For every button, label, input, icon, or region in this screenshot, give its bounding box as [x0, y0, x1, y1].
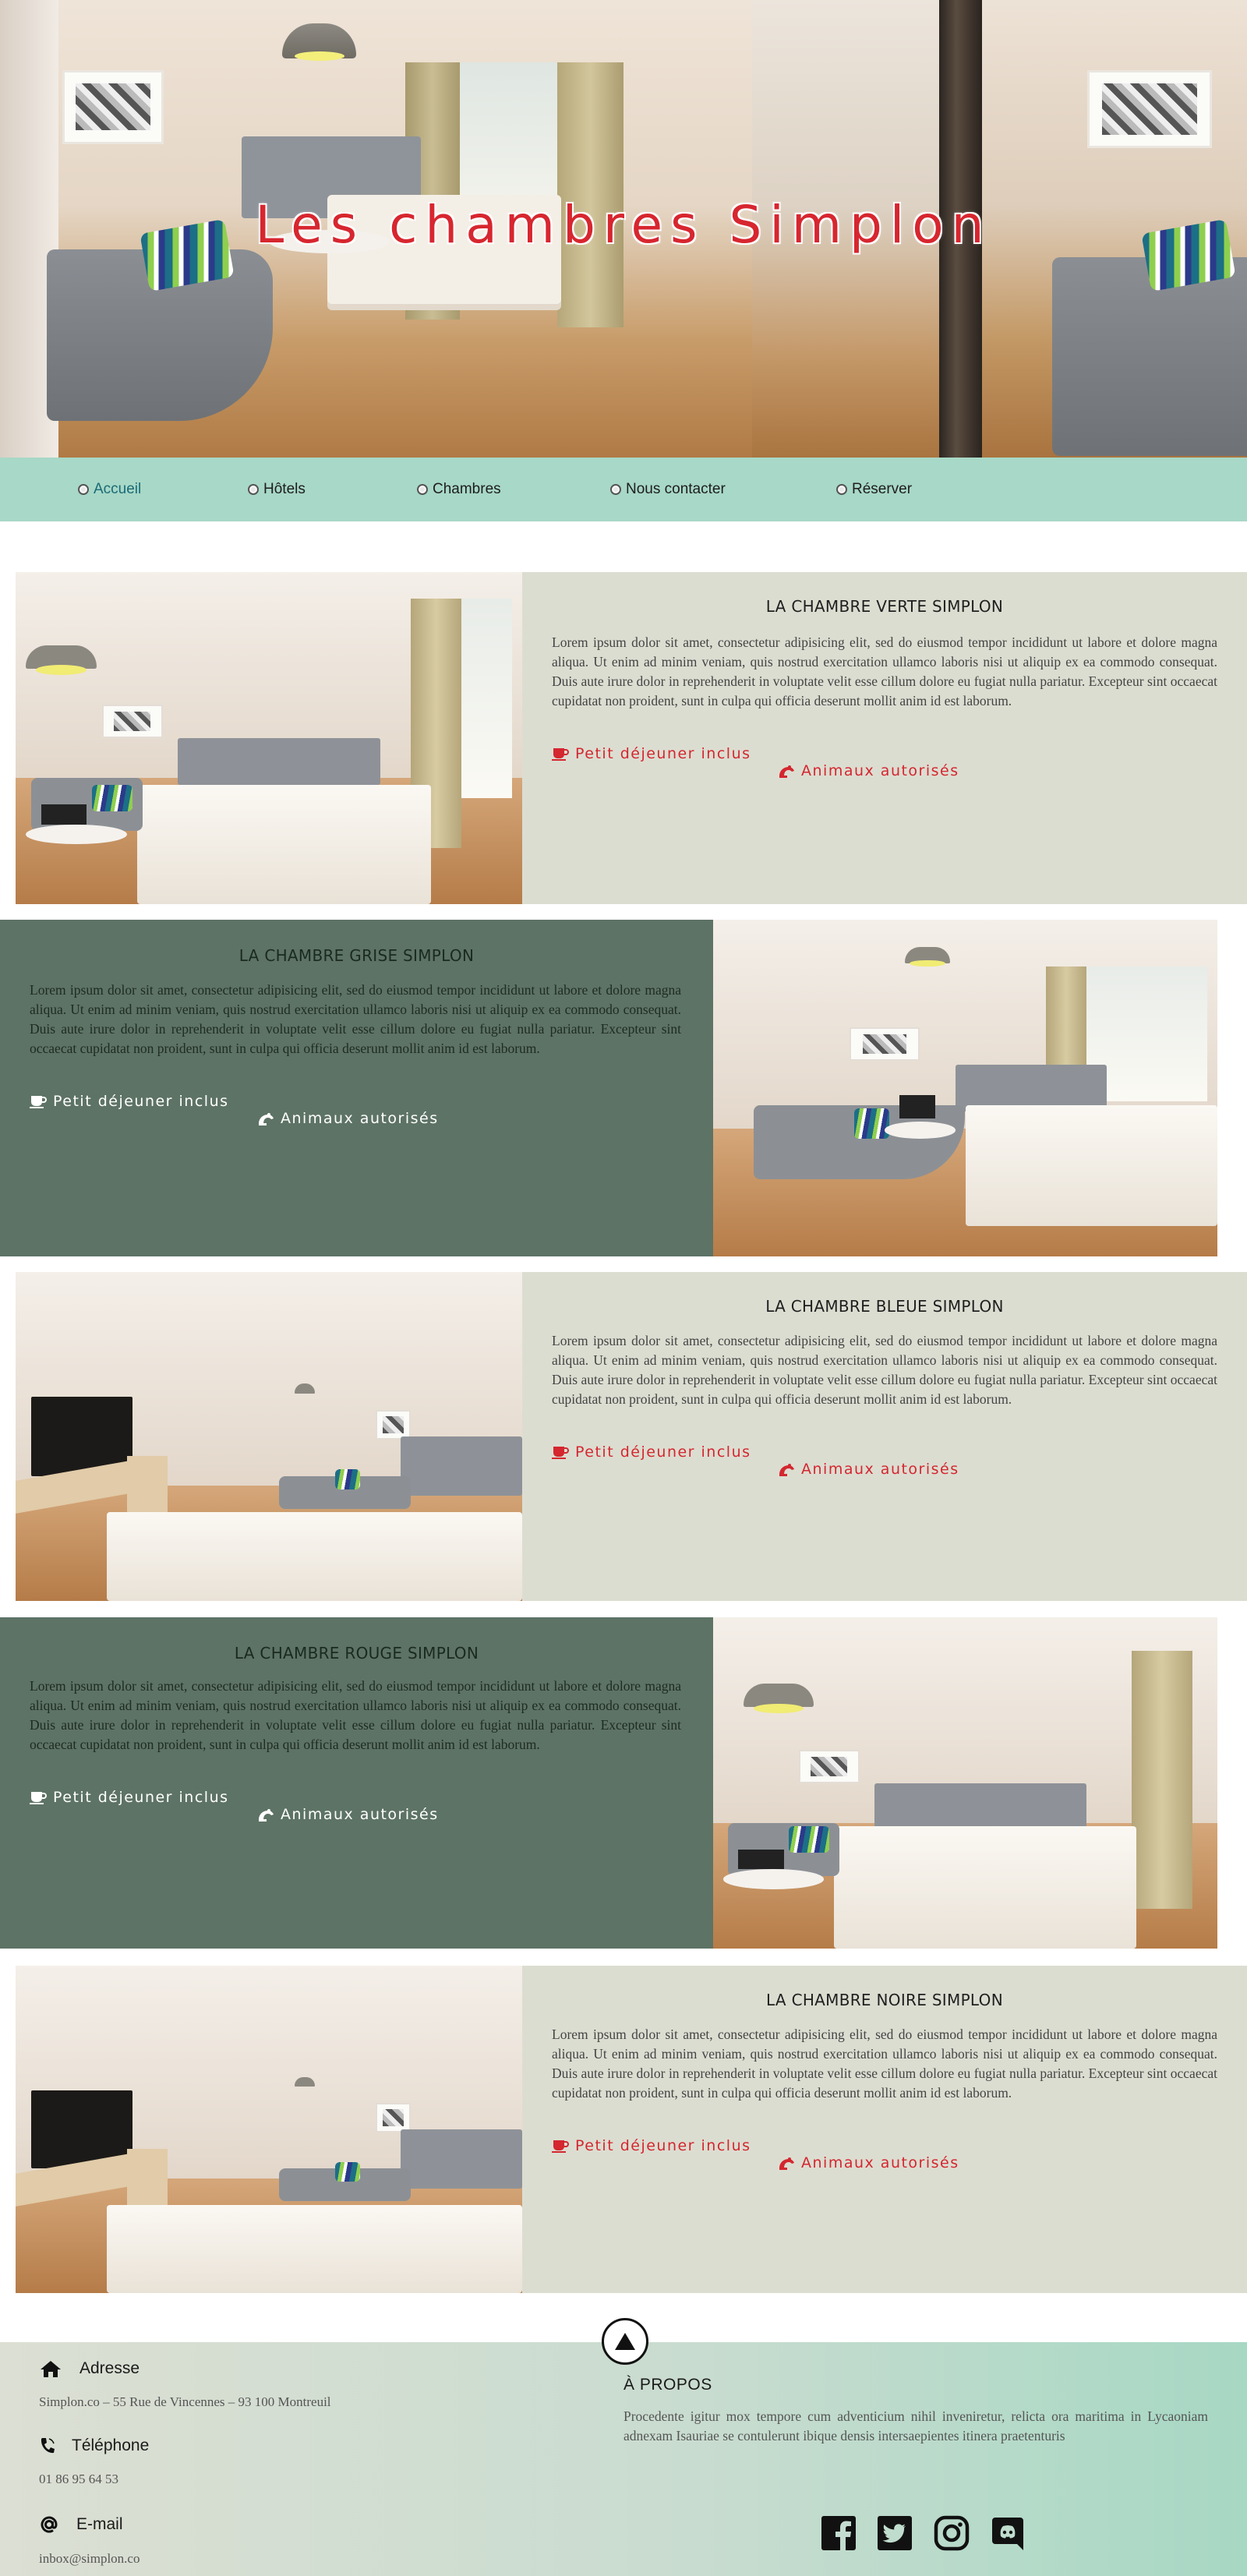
feature-breakfast-label: Petit déjeuner inclus [575, 745, 751, 762]
room-photo [713, 920, 1217, 1256]
room-title: LA CHAMBRE GRISE SIMPLON [238, 946, 475, 965]
room-card-noire: LA CHAMBRE NOIRE SIMPLON Lorem ipsum dol… [0, 1966, 1247, 2293]
coffee-cup-icon [552, 748, 569, 761]
pet-icon [779, 765, 794, 778]
nav-item-label: Nous contacter [626, 481, 726, 497]
facebook-icon [821, 2516, 856, 2550]
room-card-bleue: LA CHAMBRE BLEUE SIMPLON Lorem ipsum dol… [0, 1272, 1247, 1601]
nav-item-hotels[interactable]: Hôtels [248, 479, 306, 500]
coffee-cup-icon [552, 2140, 569, 2153]
room-description: Lorem ipsum dolor sit amet, consectetur … [552, 1333, 1217, 1407]
nav-item-label: Chambres [433, 481, 501, 497]
feature-pets: Animaux autorisés [778, 762, 959, 779]
pet-icon [779, 1464, 794, 1476]
nav-item-accueil[interactable]: Accueil [78, 479, 141, 500]
feature-pets: Animaux autorisés [257, 1806, 439, 1823]
arrow-up-icon [615, 2333, 635, 2350]
back-to-top-button[interactable] [602, 2318, 648, 2365]
feature-pets-label: Animaux autorisés [801, 1461, 959, 1478]
feature-pets-label: Animaux autorisés [281, 1806, 439, 1823]
nav-item-contact[interactable]: Nous contacter [610, 479, 726, 500]
address-label: Adresse [79, 2359, 140, 2377]
nav-item-label: Hôtels [263, 481, 306, 497]
room-description: Lorem ipsum dolor sit amet, consectetur … [552, 634, 1217, 708]
feature-breakfast-label: Petit déjeuner inclus [53, 1789, 229, 1806]
facebook-link[interactable] [820, 2514, 857, 2552]
room-title: LA CHAMBRE BLEUE SIMPLON [765, 1297, 1004, 1316]
about-text: Procedente igitur mox tempore cum advent… [624, 2408, 1208, 2443]
phone-icon [41, 2438, 55, 2454]
room-description: Lorem ipsum dolor sit amet, consectetur … [30, 1678, 681, 1752]
room-title: LA CHAMBRE NOIRE SIMPLON [766, 1991, 1003, 2009]
about-heading: À PROPOS [624, 2376, 712, 2394]
room-title: LA CHAMBRE VERTE SIMPLON [765, 597, 1004, 616]
feature-pets: Animaux autorisés [257, 1110, 439, 1127]
room-info: LA CHAMBRE BLEUE SIMPLON Lorem ipsum dol… [522, 1272, 1247, 1601]
address-heading: Adresse [39, 2359, 140, 2378]
feature-pets-label: Animaux autorisés [801, 762, 959, 779]
room-info: LA CHAMBRE NOIRE SIMPLON Lorem ipsum dol… [522, 1966, 1247, 2293]
nav-item-chambres[interactable]: Chambres [417, 479, 501, 500]
nav-item-label: Réserver [852, 481, 913, 497]
coffee-cup-icon [30, 1096, 47, 1108]
coffee-cup-icon [552, 1447, 569, 1459]
bullet-icon [610, 484, 621, 495]
feature-breakfast: Petit déjeuner inclus [552, 1443, 751, 1461]
page-title: Les chambres Simplon [255, 195, 992, 255]
hero-banner: Les chambres Simplon [0, 0, 1247, 458]
instagram-link[interactable] [933, 2514, 970, 2552]
room-info: LA CHAMBRE VERTE SIMPLON Lorem ipsum dol… [522, 572, 1247, 904]
room-description: Lorem ipsum dolor sit amet, consectetur … [30, 982, 681, 1056]
room-info: LA CHAMBRE GRISE SIMPLON Lorem ipsum dol… [0, 920, 713, 1256]
instagram-icon [934, 2515, 970, 2551]
feature-pets: Animaux autorisés [778, 1461, 959, 1478]
phone-heading: Téléphone [39, 2436, 149, 2455]
feature-breakfast: Petit déjeuner inclus [552, 745, 751, 762]
room-card-verte: LA CHAMBRE VERTE SIMPLON Lorem ipsum dol… [0, 572, 1247, 904]
bullet-icon [417, 484, 428, 495]
email-value[interactable]: inbox@simplon.co [39, 2551, 140, 2567]
discord-link[interactable] [989, 2514, 1026, 2552]
room-photo [713, 1617, 1217, 1949]
coffee-cup-icon [30, 1792, 47, 1804]
feature-breakfast-label: Petit déjeuner inclus [53, 1093, 229, 1110]
feature-breakfast-label: Petit déjeuner inclus [575, 1443, 751, 1461]
feature-pets-label: Animaux autorisés [801, 2154, 959, 2171]
nav-item-label: Accueil [94, 481, 142, 497]
room-card-rouge: LA CHAMBRE ROUGE SIMPLON Lorem ipsum dol… [0, 1617, 1247, 1949]
room-photo [16, 1272, 522, 1601]
home-icon [41, 2361, 61, 2377]
feature-breakfast-label: Petit déjeuner inclus [575, 2137, 751, 2154]
feature-breakfast: Petit déjeuner inclus [552, 2137, 751, 2154]
nav-item-reserver[interactable]: Réserver [836, 479, 912, 500]
room-title: LA CHAMBRE ROUGE SIMPLON [234, 1644, 479, 1663]
bullet-icon [78, 484, 89, 495]
twitter-icon [878, 2516, 912, 2550]
at-sign-icon [41, 2516, 58, 2533]
room-photo [16, 1966, 522, 2293]
room-description: Lorem ipsum dolor sit amet, consectetur … [552, 2027, 1217, 2101]
feature-pets-label: Animaux autorisés [281, 1110, 439, 1127]
bullet-icon [836, 484, 847, 495]
email-heading: E-mail [39, 2514, 123, 2535]
pet-icon [779, 2157, 794, 2170]
discord-icon [992, 2518, 1023, 2550]
pet-icon [259, 1113, 274, 1125]
email-label: E-mail [76, 2515, 123, 2533]
phone-value: 01 86 95 64 53 [39, 2472, 118, 2486]
room-photo [16, 572, 522, 904]
bullet-icon [248, 484, 259, 495]
room-info: LA CHAMBRE ROUGE SIMPLON Lorem ipsum dol… [0, 1617, 713, 1949]
phone-label: Téléphone [72, 2436, 150, 2454]
twitter-link[interactable] [876, 2514, 913, 2552]
feature-breakfast: Petit déjeuner inclus [30, 1093, 229, 1110]
main-nav: Accueil Hôtels Chambres Nous contacter R… [0, 458, 1247, 521]
feature-pets: Animaux autorisés [778, 2154, 959, 2171]
room-card-grise: LA CHAMBRE GRISE SIMPLON Lorem ipsum dol… [0, 920, 1247, 1256]
address-value: Simplon.co – 55 Rue de Vincennes – 93 10… [39, 2394, 331, 2409]
feature-breakfast: Petit déjeuner inclus [30, 1789, 229, 1806]
pet-icon [259, 1809, 274, 1822]
